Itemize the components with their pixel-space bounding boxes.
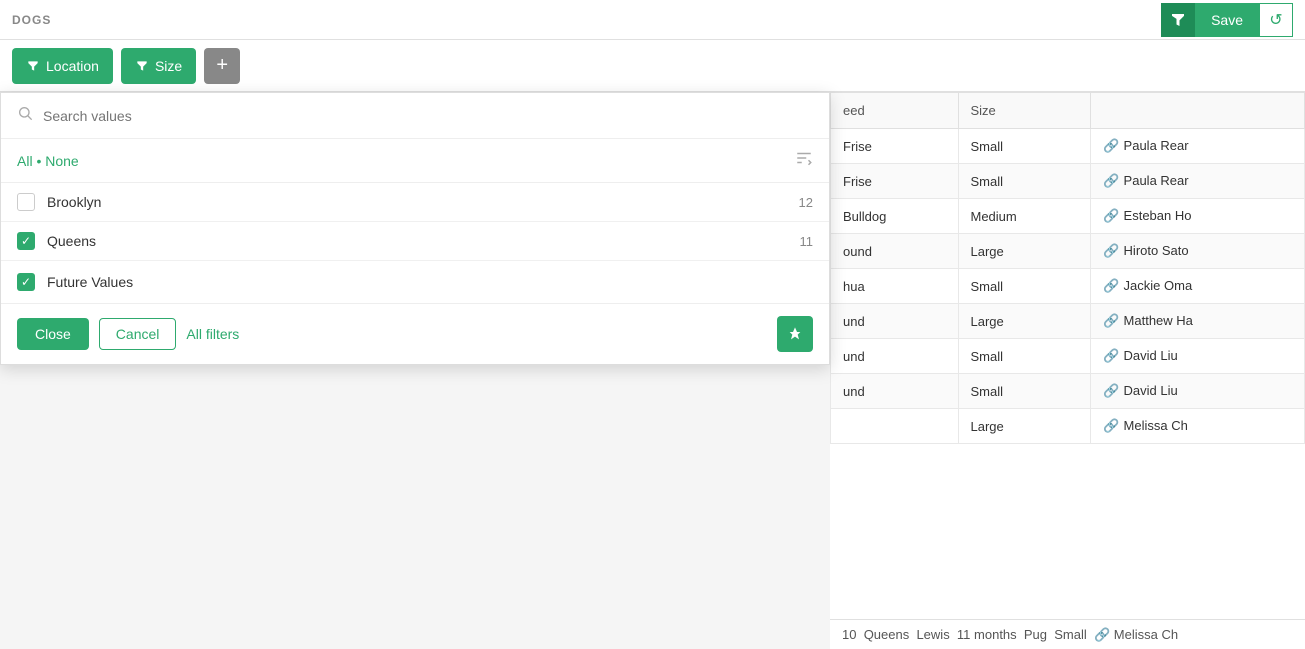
add-filter-button[interactable]: + <box>204 48 240 84</box>
top-right-actions: Save ↺ <box>1161 3 1293 37</box>
brooklyn-count: 12 <box>799 195 813 210</box>
location-filter-icon <box>26 59 40 73</box>
pin-button[interactable] <box>777 316 813 352</box>
cell-breed: Frise <box>831 164 959 199</box>
table-row: und Large 🔗Matthew Ha <box>831 304 1305 339</box>
all-none-row: All • None <box>1 139 829 183</box>
data-table: eed Size Frise Small 🔗Paula Rear Frise S… <box>830 92 1305 444</box>
table-row: Bulldog Medium 🔗Esteban Ho <box>831 199 1305 234</box>
all-none-toggle[interactable]: All • None <box>17 153 79 169</box>
filter-bar: Location Size + <box>0 40 1305 92</box>
cell-size: Small <box>958 374 1091 409</box>
size-filter-icon <box>135 59 149 73</box>
main-content: All • None Brooklyn 12 ✓ Queens <box>0 92 1305 649</box>
size-filter-label: Size <box>155 58 182 74</box>
table-row: Frise Small 🔗Paula Rear <box>831 164 1305 199</box>
cell-size: Small <box>958 129 1091 164</box>
cell-breed: und <box>831 374 959 409</box>
cell-breed: und <box>831 304 959 339</box>
sort-icon[interactable] <box>795 149 813 172</box>
footer-row: Close Cancel All filters <box>1 304 829 364</box>
close-button[interactable]: Close <box>17 318 89 350</box>
cell-breed <box>831 409 959 444</box>
app-title: DOGS <box>12 13 51 27</box>
cell-owner: 🔗Paula Rear <box>1091 164 1305 199</box>
queens-checkbox[interactable]: ✓ <box>17 232 35 250</box>
refresh-button[interactable]: ↺ <box>1259 3 1293 37</box>
cell-owner: 🔗David Liu <box>1091 374 1305 409</box>
cell-size: Medium <box>958 199 1091 234</box>
search-icon <box>17 105 33 126</box>
col-owner <box>1091 93 1305 129</box>
cell-breed: Bulldog <box>831 199 959 234</box>
cell-size: Large <box>958 409 1091 444</box>
table-row: hua Small 🔗Jackie Oma <box>831 269 1305 304</box>
table-area: eed Size Frise Small 🔗Paula Rear Frise S… <box>830 92 1305 649</box>
refresh-icon: ↺ <box>1269 10 1282 30</box>
size-filter-button[interactable]: Size <box>121 48 196 84</box>
bottom-row: 10 Queens Lewis 11 months Pug Small 🔗 Me… <box>830 619 1305 649</box>
cell-size: Small <box>958 269 1091 304</box>
brooklyn-label: Brooklyn <box>47 194 101 210</box>
cell-breed: ound <box>831 234 959 269</box>
queens-count: 11 <box>800 234 814 249</box>
bottom-row-size: Small <box>1054 627 1094 642</box>
bottom-row-location: Queens <box>864 627 917 642</box>
cell-size: Large <box>958 234 1091 269</box>
location-filter-label: Location <box>46 58 99 74</box>
cell-owner: 🔗David Liu <box>1091 339 1305 374</box>
cell-owner: 🔗Matthew Ha <box>1091 304 1305 339</box>
col-size: Size <box>958 93 1091 129</box>
save-filter-icon-wrap <box>1161 3 1195 37</box>
future-values-row: ✓ Future Values <box>1 261 829 304</box>
table-row: und Small 🔗David Liu <box>831 339 1305 374</box>
queens-label: Queens <box>47 233 96 249</box>
bottom-row-owner: 🔗 Melissa Ch <box>1094 627 1178 643</box>
location-filter-dropdown: All • None Brooklyn 12 ✓ Queens <box>0 92 830 365</box>
cell-owner: 🔗Hiroto Sato <box>1091 234 1305 269</box>
cell-size: Small <box>958 164 1091 199</box>
save-button[interactable]: Save <box>1195 3 1259 37</box>
cell-breed: Frise <box>831 129 959 164</box>
option-brooklyn: Brooklyn 12 <box>1 183 829 222</box>
bottom-row-num: 10 <box>842 627 864 642</box>
cell-owner: 🔗Paula Rear <box>1091 129 1305 164</box>
filter-save-icon <box>1169 11 1187 29</box>
pin-icon <box>787 326 803 342</box>
add-filter-icon: + <box>216 54 228 77</box>
cell-owner: 🔗Jackie Oma <box>1091 269 1305 304</box>
top-bar: DOGS Save ↺ <box>0 0 1305 40</box>
bottom-row-name: Lewis <box>916 627 956 642</box>
table-row: und Small 🔗David Liu <box>831 374 1305 409</box>
cell-size: Large <box>958 304 1091 339</box>
bottom-row-age: 11 months <box>957 627 1024 642</box>
future-values-checkbox[interactable]: ✓ <box>17 273 35 291</box>
cell-size: Small <box>958 339 1091 374</box>
cell-breed: und <box>831 339 959 374</box>
table-row: Large 🔗Melissa Ch <box>831 409 1305 444</box>
future-values-label: Future Values <box>47 274 133 290</box>
search-row <box>1 93 829 139</box>
cell-owner: 🔗Melissa Ch <box>1091 409 1305 444</box>
col-breed: eed <box>831 93 959 129</box>
search-input[interactable] <box>43 108 813 124</box>
brooklyn-checkbox[interactable] <box>17 193 35 211</box>
cell-breed: hua <box>831 269 959 304</box>
cell-owner: 🔗Esteban Ho <box>1091 199 1305 234</box>
option-queens: ✓ Queens 11 <box>1 222 829 261</box>
bottom-row-breed: Pug <box>1024 627 1054 642</box>
table-row: ound Large 🔗Hiroto Sato <box>831 234 1305 269</box>
cancel-button[interactable]: Cancel <box>99 318 177 350</box>
all-filters-link[interactable]: All filters <box>186 326 239 342</box>
location-filter-button[interactable]: Location <box>12 48 113 84</box>
table-row: Frise Small 🔗Paula Rear <box>831 129 1305 164</box>
